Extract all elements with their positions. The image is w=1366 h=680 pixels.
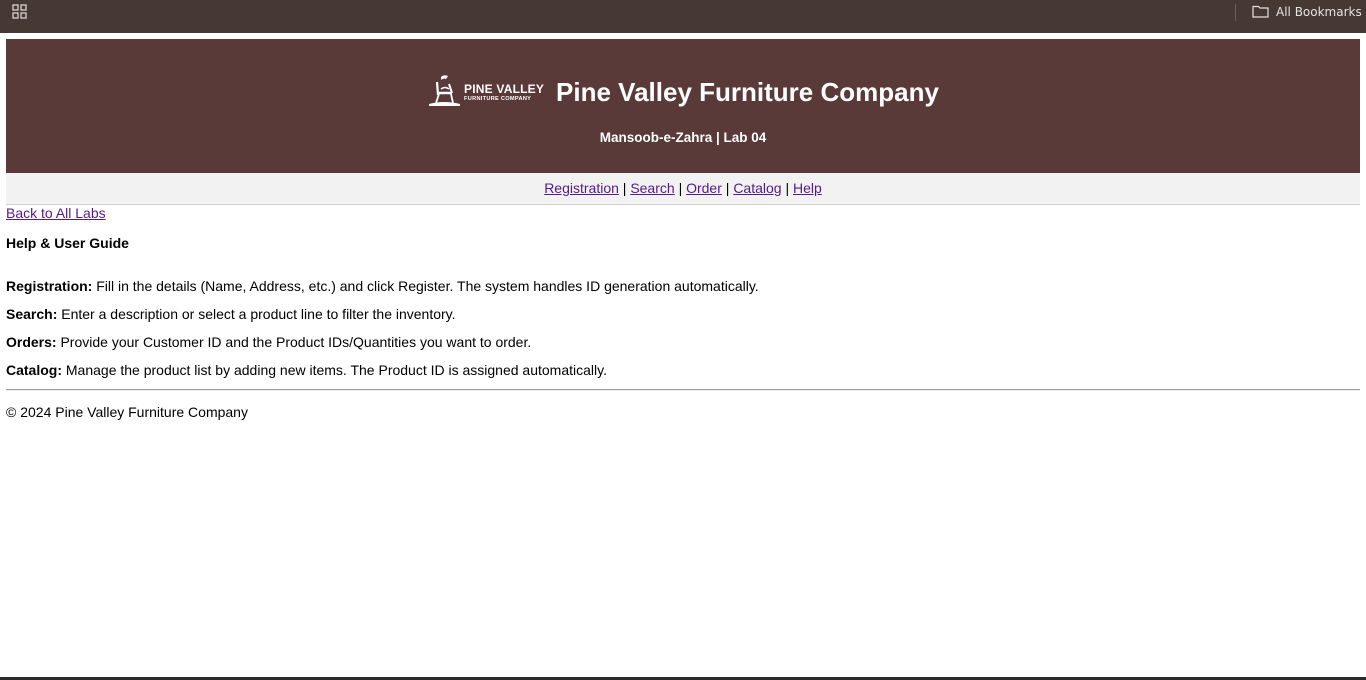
help-item-registration: Registration: Fill in the details (Name,… [6, 278, 759, 294]
nav-separator: | [725, 180, 730, 196]
brand: PINE VALLEY FURNITURE COMPANY Pine Valle… [6, 73, 1360, 112]
page-title: Help & User Guide [6, 235, 129, 251]
help-term: Registration: [6, 278, 93, 294]
site-subtitle: Mansoob-e-Zahra | Lab 04 [599, 130, 767, 145]
help-item-catalog: Catalog: Manage the product list by addi… [6, 362, 607, 378]
apps-grid-icon[interactable] [12, 4, 28, 20]
all-bookmarks-button[interactable]: All Bookmarks [1252, 3, 1362, 21]
site-title: Pine Valley Furniture Company [556, 77, 939, 107]
footer-copyright: © 2024 Pine Valley Furniture Company [6, 404, 248, 420]
nav-link-registration[interactable]: Registration [544, 180, 619, 196]
logo-name: PINE VALLEY [464, 81, 545, 96]
help-text: Enter a description or select a product … [57, 306, 456, 322]
help-text: Provide your Customer ID and the Product… [56, 334, 532, 350]
nav-link-catalog[interactable]: Catalog [733, 180, 781, 196]
back-to-all-labs-link[interactable]: Back to All Labs [6, 205, 106, 221]
nav-separator: | [622, 180, 627, 196]
nav-separator: | [785, 180, 790, 196]
bookmarks-divider [1235, 4, 1236, 21]
chair-logo-icon [427, 73, 461, 112]
company-logo: PINE VALLEY FURNITURE COMPANY [427, 73, 544, 112]
nav-link-search[interactable]: Search [630, 180, 674, 196]
bookmarks-bar-border [0, 33, 1366, 34]
logo-text: PINE VALLEY FURNITURE COMPANY [464, 81, 545, 103]
help-text: Fill in the details (Name, Address, etc.… [92, 278, 759, 294]
help-text: Manage the product list by adding new it… [62, 362, 607, 378]
help-item-search: Search: Enter a description or select a … [6, 306, 456, 322]
help-term: Orders: [6, 334, 57, 350]
logo-tagline: FURNITURE COMPANY [464, 95, 532, 102]
nav-separator: | [678, 180, 683, 196]
folder-icon [1252, 4, 1269, 21]
nav-link-order[interactable]: Order [686, 180, 722, 196]
help-term: Search: [6, 306, 58, 322]
help-term: Catalog: [6, 362, 62, 378]
all-bookmarks-label: All Bookmarks [1276, 5, 1362, 19]
site-header: PINE VALLEY FURNITURE COMPANY Pine Valle… [6, 39, 1360, 173]
nav-link-help[interactable]: Help [793, 180, 822, 196]
help-item-orders: Orders: Provide your Customer ID and the… [6, 334, 531, 350]
footer-divider [6, 389, 1360, 391]
main-nav: Registration | Search | Order | Catalog … [6, 173, 1360, 205]
bookmarks-bar: All Bookmarks [0, 0, 1366, 33]
